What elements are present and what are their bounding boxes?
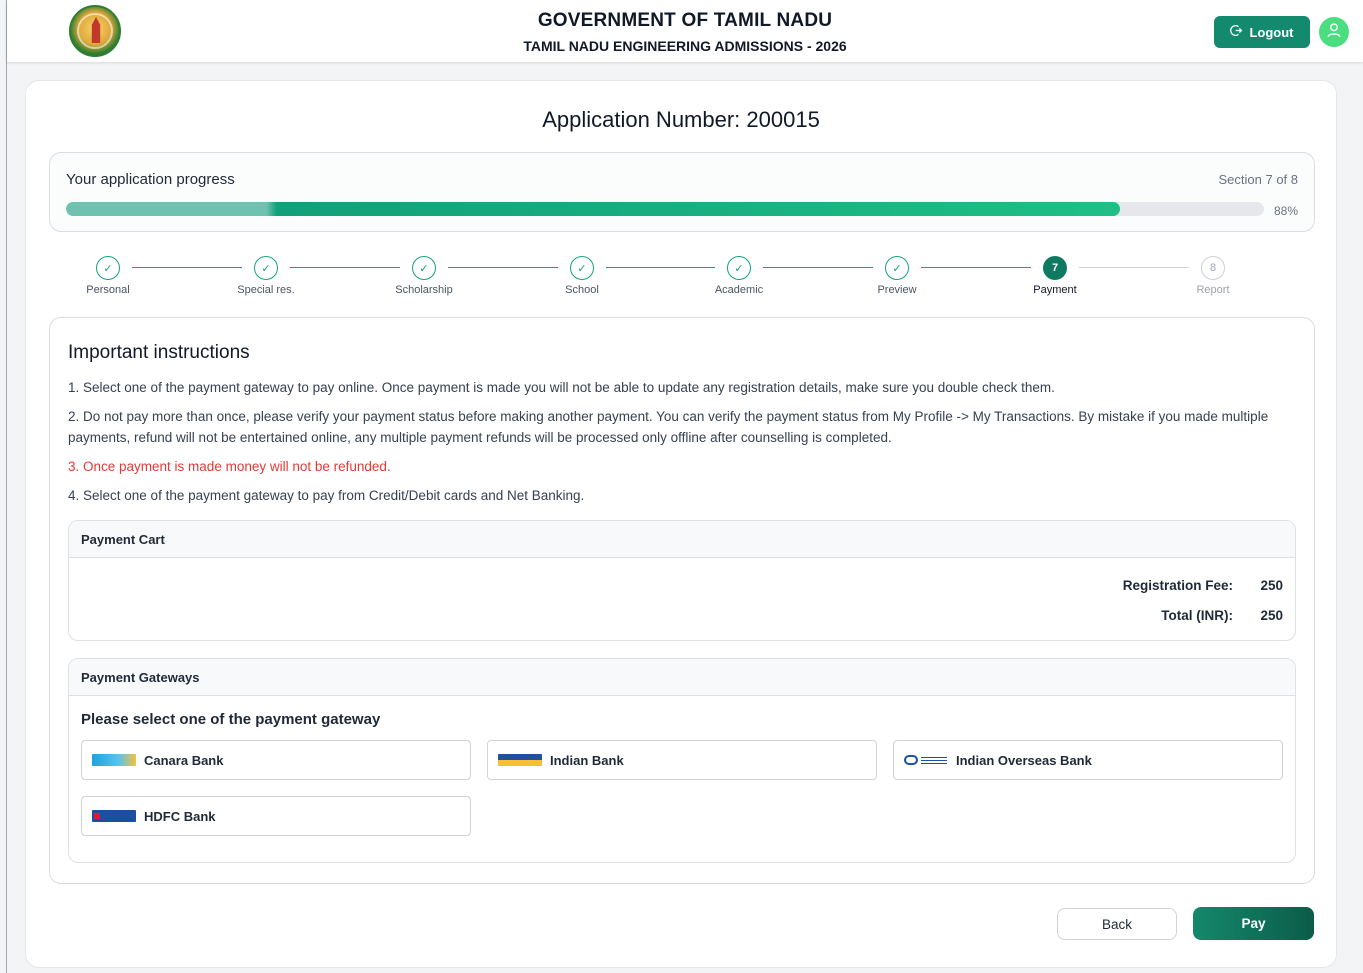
indian-bank-logo-icon <box>498 754 542 766</box>
step-special-res: ✓ Special res. <box>206 256 326 296</box>
step-scholarship: ✓ Scholarship <box>364 256 484 296</box>
logout-icon <box>1230 24 1243 40</box>
pay-button[interactable]: Pay <box>1193 907 1314 940</box>
admissions-subtitle: TAMIL NADU ENGINEERING ADMISSIONS - 2026 <box>523 38 847 54</box>
payment-content-card: Important instructions 1. Select one of … <box>49 317 1315 884</box>
instruction-4: 4. Select one of the payment gateway to … <box>68 488 585 503</box>
step-label: School <box>565 284 599 296</box>
header-titles: GOVERNMENT OF TAMIL NADU TAMIL NADU ENGI… <box>7 10 1363 54</box>
gateway-label: Indian Overseas Bank <box>956 752 1092 768</box>
total-label: Total (INR): <box>1161 608 1233 623</box>
gateway-canara-bank[interactable]: Canara Bank <box>81 740 471 780</box>
application-card: Application Number: 200015 Your applicat… <box>25 80 1337 968</box>
gateway-label: Canara Bank <box>144 752 224 768</box>
step-indicator: ✓ Personal ✓ Special res. ✓ Scholarship ✓ Schoo… <box>26 256 1338 306</box>
registration-fee-value: 250 <box>1260 578 1283 593</box>
registration-fee-label: Registration Fee: <box>1122 578 1233 593</box>
gateway-indian-bank[interactable]: Indian Bank <box>487 740 877 780</box>
check-icon: ✓ <box>96 256 120 280</box>
check-icon: ✓ <box>727 256 751 280</box>
step-label: Academic <box>714 284 764 296</box>
progress-bar <box>66 202 1264 216</box>
step-label: Preview <box>877 284 917 296</box>
logout-label: Logout <box>1249 24 1294 40</box>
user-icon <box>1325 21 1343 44</box>
step-number: 7 <box>1043 256 1067 280</box>
step-personal: ✓ Personal <box>48 256 168 296</box>
payment-cart-panel: Payment Cart Registration Fee: 250 Total… <box>68 520 1296 641</box>
progress-label: Your application progress <box>66 171 235 188</box>
progress-card: Your application progress Section 7 of 8… <box>49 152 1315 232</box>
window-edge <box>6 0 7 973</box>
instruction-1: 1. Select one of the payment gateway to … <box>68 380 1055 395</box>
indian-overseas-bank-logo-icon <box>904 754 948 766</box>
instruction-3-warning: 3. Once payment is made money will not b… <box>68 459 391 474</box>
check-icon: ✓ <box>412 256 436 280</box>
gateway-prompt: Please select one of the payment gateway <box>81 711 381 728</box>
hdfc-bank-logo-icon <box>92 810 136 822</box>
step-academic: ✓ Academic <box>679 256 799 296</box>
step-preview: ✓ Preview <box>837 256 957 296</box>
step-label: Payment <box>1033 284 1077 296</box>
progress-percent: 88% <box>1273 204 1298 218</box>
application-number: Application Number: 200015 <box>542 107 820 132</box>
gateway-label: Indian Bank <box>550 752 624 768</box>
check-icon: ✓ <box>254 256 278 280</box>
step-payment: 7 Payment <box>995 256 1115 296</box>
step-school: ✓ School <box>522 256 642 296</box>
step-report: 8 Report <box>1153 256 1273 296</box>
total-value: 250 <box>1260 608 1283 623</box>
registration-fee-row: Registration Fee: 250 <box>1123 578 1283 593</box>
canara-bank-logo-icon <box>92 754 136 766</box>
step-label: Personal <box>86 284 130 296</box>
progress-bar-fill <box>66 202 1121 216</box>
instruction-2: 2. Do not pay more than once, please ver… <box>68 409 1269 445</box>
payment-cart-title: Payment Cart <box>69 521 1295 558</box>
step-label: Report <box>1196 284 1230 296</box>
total-row: Total (INR): 250 <box>1161 608 1283 623</box>
step-number: 8 <box>1201 256 1225 280</box>
progress-section: Section 7 of 8 <box>1218 172 1299 187</box>
government-title: GOVERNMENT OF TAMIL NADU <box>537 10 833 31</box>
gateway-label: HDFC Bank <box>144 808 216 824</box>
payment-gateways-title: Payment Gateways <box>69 659 1295 696</box>
back-button[interactable]: Back <box>1057 908 1177 940</box>
site-header: GOVERNMENT OF TAMIL NADU TAMIL NADU ENGI… <box>7 0 1363 62</box>
gateway-indian-overseas-bank[interactable]: Indian Overseas Bank <box>893 740 1283 780</box>
check-icon: ✓ <box>885 256 909 280</box>
gateway-hdfc-bank[interactable]: HDFC Bank <box>81 796 471 836</box>
instructions-title: Important instructions <box>68 342 250 363</box>
check-icon: ✓ <box>570 256 594 280</box>
logout-button[interactable]: Logout <box>1214 16 1310 48</box>
step-label: Special res. <box>237 284 295 296</box>
payment-gateways-panel: Payment Gateways Please select one of th… <box>68 658 1296 863</box>
user-avatar[interactable] <box>1319 17 1349 47</box>
step-label: Scholarship <box>395 284 453 296</box>
